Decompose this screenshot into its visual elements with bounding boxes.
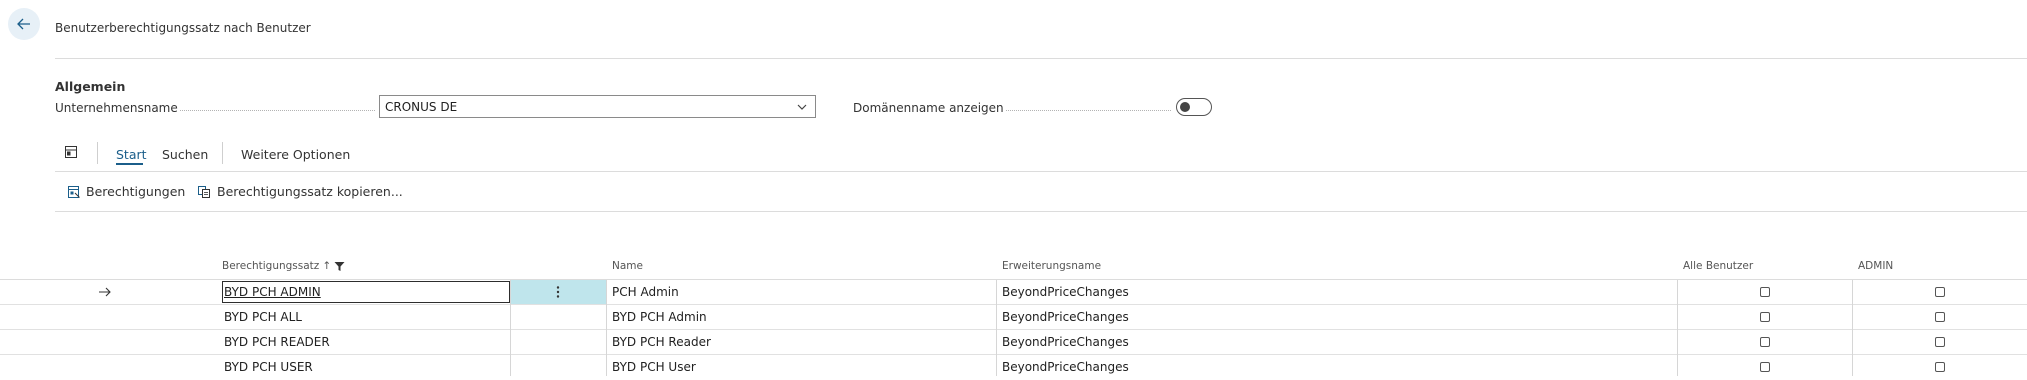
col-head-permission-set[interactable]: Berechtigungssatz ↑ — [222, 260, 345, 272]
active-tab-indicator — [116, 163, 143, 165]
company-name-value: CRONUS DE — [385, 99, 458, 114]
table-row[interactable]: BYD PCH ALL BYD PCH Admin BeyondPriceCha… — [0, 305, 2027, 330]
arrow-left-icon — [17, 18, 30, 30]
extension-name-cell: BeyondPriceChanges — [1002, 310, 1129, 324]
admin-checkbox[interactable] — [1935, 287, 1945, 297]
section-title-general: Allgemein — [55, 79, 126, 94]
permission-set-cell[interactable]: BYD PCH READER — [224, 330, 330, 354]
col-head-name[interactable]: Name — [612, 260, 643, 272]
company-name-label: Unternehmensname — [55, 99, 375, 117]
permissions-label: Berechtigungen — [86, 184, 186, 199]
permissions-icon — [68, 185, 80, 198]
actions-divider — [55, 211, 2027, 212]
tab-start[interactable]: Start — [116, 147, 147, 162]
all-users-checkbox[interactable] — [1760, 287, 1770, 297]
col-head-admin[interactable]: ADMIN — [1858, 260, 1893, 272]
filter-icon — [334, 261, 345, 271]
name-cell: BYD PCH Admin — [612, 310, 707, 324]
table-body: BYD PCH ADMIN PCH Admin BeyondPriceChang… — [0, 279, 2027, 376]
sort-ascending-icon: ↑ — [322, 260, 332, 272]
admin-checkbox[interactable] — [1935, 337, 1945, 347]
table-row[interactable]: BYD PCH READER BYD PCH Reader BeyondPric… — [0, 330, 2027, 355]
domain-name-toggle[interactable] — [1176, 98, 1212, 116]
extension-name-cell: BeyondPriceChanges — [1002, 335, 1129, 349]
page-title: Benutzerberechtigungssatz nach Benutzer — [55, 21, 311, 35]
domain-name-label: Domänenname anzeigen — [853, 99, 1171, 117]
permission-set-cell[interactable]: BYD PCH ALL — [224, 305, 302, 329]
more-vertical-icon — [556, 286, 560, 298]
copy-permission-set-button[interactable]: Berechtigungssatz kopieren... — [197, 184, 403, 199]
header-divider — [55, 58, 2027, 59]
admin-checkbox[interactable] — [1935, 312, 1945, 322]
chevron-down-icon — [797, 104, 807, 110]
extension-name-cell: BeyondPriceChanges — [1002, 360, 1129, 374]
extension-name-cell: BeyondPriceChanges — [1002, 285, 1129, 299]
col-head-extension-name[interactable]: Erweiterungsname — [1002, 260, 1101, 272]
name-cell: BYD PCH User — [612, 360, 696, 374]
toggle-knob — [1180, 102, 1190, 112]
row-actions-button[interactable] — [510, 280, 606, 304]
table-row[interactable]: BYD PCH ADMIN PCH Admin BeyondPriceChang… — [0, 280, 2027, 305]
permission-set-cell[interactable]: BYD PCH ADMIN — [224, 280, 321, 304]
tab-suchen[interactable]: Suchen — [162, 147, 208, 162]
back-button[interactable] — [8, 8, 40, 40]
copy-permission-set-label: Berechtigungssatz kopieren... — [217, 184, 403, 199]
arrow-right-icon — [99, 287, 111, 297]
all-users-checkbox[interactable] — [1760, 337, 1770, 347]
page-layout-icon[interactable] — [64, 145, 78, 159]
col-head-all-users[interactable]: Alle Benutzer — [1683, 260, 1753, 272]
copy-icon — [198, 185, 210, 198]
tab-weitere-optionen[interactable]: Weitere Optionen — [241, 147, 350, 162]
admin-checkbox[interactable] — [1935, 362, 1945, 372]
name-cell: BYD PCH Reader — [612, 335, 711, 349]
name-cell: PCH Admin — [612, 285, 679, 299]
all-users-checkbox[interactable] — [1760, 362, 1770, 372]
permissions-button[interactable]: Berechtigungen — [67, 184, 185, 199]
toolbar-divider — [55, 171, 2027, 172]
permission-set-cell[interactable]: BYD PCH USER — [224, 355, 313, 379]
table-row[interactable]: BYD PCH USER BYD PCH User BeyondPriceCha… — [0, 355, 2027, 380]
all-users-checkbox[interactable] — [1760, 312, 1770, 322]
company-name-select[interactable]: CRONUS DE — [379, 95, 816, 118]
